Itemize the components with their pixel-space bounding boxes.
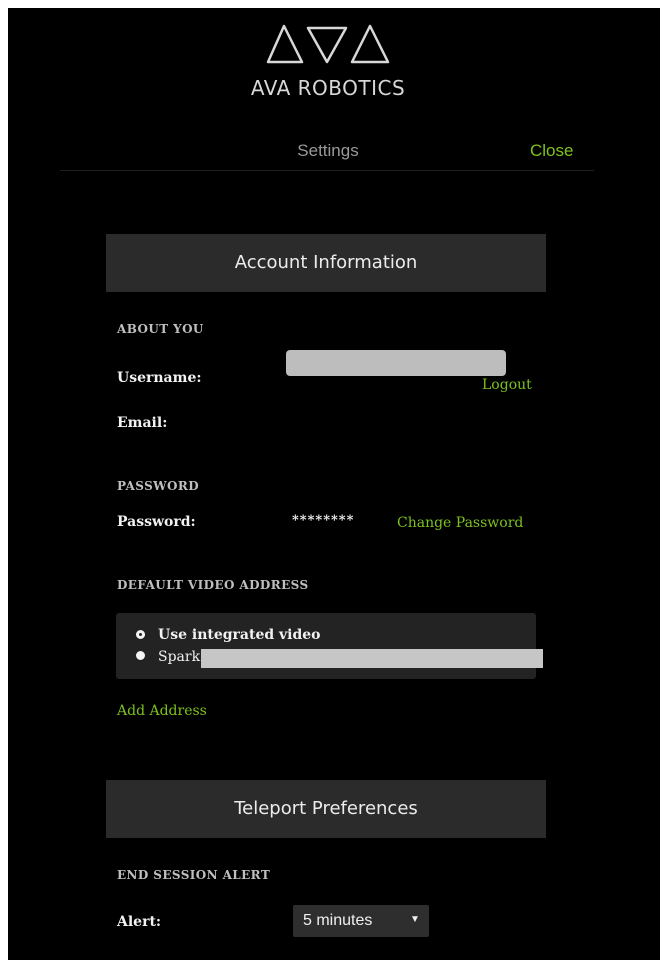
spark-label[interactable]: Spark [158,649,200,665]
ava-triangles-logo-icon [266,24,390,64]
brand-name: AVA ROBOTICS [250,76,406,100]
caret-down-icon: ▼ [410,914,420,925]
about-you-heading: ABOUT YOU [117,322,204,336]
username-label: Username: [117,370,202,386]
radio-spark[interactable] [136,651,145,660]
email-label: Email: [117,415,168,431]
password-value: ******** [292,513,355,528]
default-video-address-heading: DEFAULT VIDEO ADDRESS [117,578,309,592]
password-label: Password: [117,514,196,530]
close-button[interactable]: Close [530,141,573,161]
radio-integrated-video[interactable] [136,630,145,639]
password-heading: PASSWORD [117,479,200,493]
page-title: Settings [297,141,359,160]
teleport-preferences-header: Teleport Preferences [106,780,546,838]
spark-address-redacted [201,649,543,668]
logout-link[interactable]: Logout [482,377,532,393]
brand-logo: AVA ROBOTICS [228,22,428,102]
alert-select-value: 5 minutes [303,912,373,929]
alert-select[interactable]: 5 minutes ▼ [293,905,429,937]
integrated-video-label[interactable]: Use integrated video [158,627,321,643]
account-information-header: Account Information [106,234,546,292]
settings-window: AVA ROBOTICS Settings Close Account Info… [8,8,660,960]
alert-label: Alert: [117,914,162,930]
username-value-redacted [286,350,506,376]
video-address-options [116,613,536,679]
end-session-alert-heading: END SESSION ALERT [117,868,271,882]
add-address-link[interactable]: Add Address [117,703,207,719]
header-divider [60,170,594,171]
change-password-link[interactable]: Change Password [397,515,523,531]
